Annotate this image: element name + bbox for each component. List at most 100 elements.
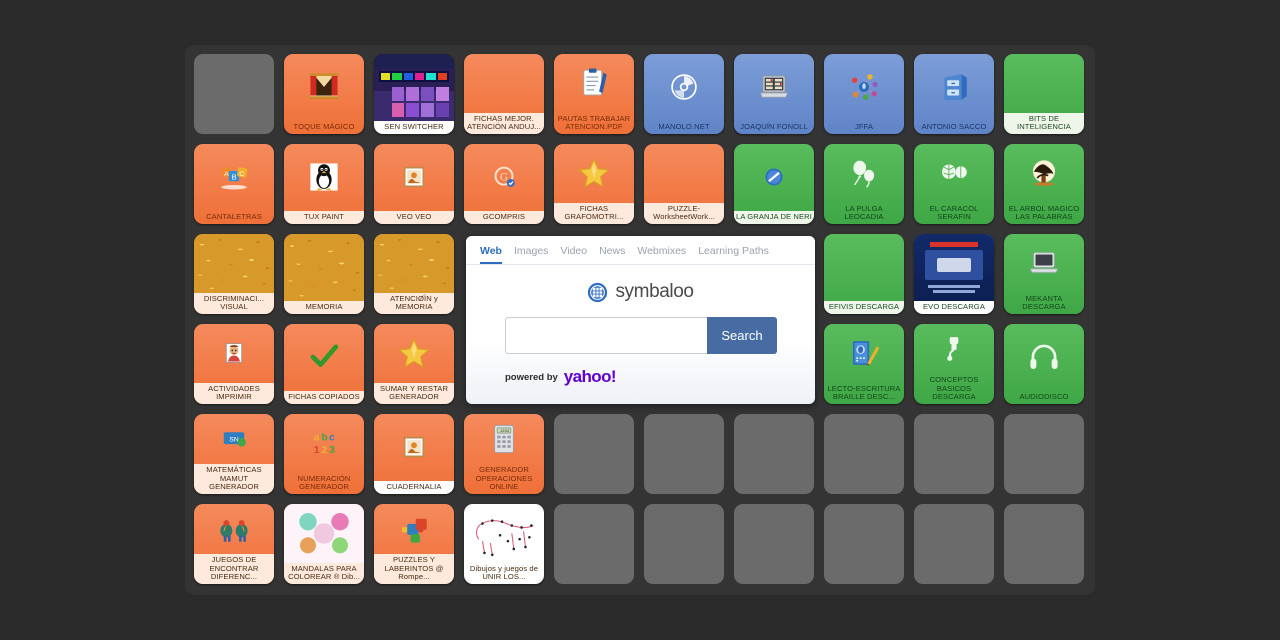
symbaloo-grid-icon (587, 282, 608, 303)
webmix-tile[interactable]: TOQUE MÁGICO (284, 54, 364, 134)
tile-label: PUZZLE-WorksheetWork... (644, 202, 724, 224)
tile-label: LECTO-ESCRITURA BRAILLE DESC... (827, 383, 901, 401)
webmix-tile[interactable]: ACTIVIDADES IMPRIMIR (194, 324, 274, 404)
webmix-tile[interactable]: MEKANTA DESCARGA (1004, 234, 1084, 314)
search-tab-web[interactable]: Web (480, 245, 502, 264)
symbaloo-page: TOQUE MÁGICO SEN SWITCHER FICHAS MEJOR. AT… (0, 0, 1280, 640)
webmix-tile[interactable]: AUDIODISCO (1004, 324, 1084, 404)
empty-tile (914, 414, 994, 494)
webmix-tile[interactable]: MANDALAS PARA COLOREAR ® Dib... (284, 504, 364, 584)
tile-label: TUX PAINT (284, 210, 364, 224)
svg-text:b: b (321, 433, 327, 444)
gold-star-icon (374, 324, 454, 383)
jigsaw-pieces-icon (374, 504, 454, 554)
laptop-icon (1004, 234, 1084, 293)
webmix-tile[interactable]: JOAQUÍN FONOLL (734, 54, 814, 134)
webmix-tile[interactable]: EL CARACOL SERAFIN (914, 144, 994, 224)
search-button[interactable]: Search (707, 317, 777, 354)
empty-tile (824, 504, 904, 584)
abc123-icon: abc123 (284, 414, 364, 473)
webmix-tile[interactable]: EVO DESCARGA (914, 234, 994, 314)
headphones-icon (1004, 324, 1084, 391)
webmix-tile[interactable]: SN MATEMÁTICAS MAMUT GENERADOR (194, 414, 274, 494)
webmix-tile[interactable]: CUADERNALIA (374, 414, 454, 494)
empty-tile (554, 414, 634, 494)
tile-label: BITS DE INTELIGENCIA (1004, 112, 1084, 134)
webmix-tile[interactable]: EFIVIS DESCARGA (824, 234, 904, 314)
webmix-tile[interactable]: PAUTAS TRABAJAR ATENCION.PDF (554, 54, 634, 134)
webmix-tile[interactable]: FICHAS GRAFOMOTRI... (554, 144, 634, 224)
tile-label: GENERADOR OPERACIONES ONLINE (475, 465, 533, 491)
tile-label: CANTALETRAS (206, 211, 262, 221)
tile-label: AUDIODISCO (1019, 391, 1069, 401)
blue-badge-icon (734, 144, 814, 211)
tile-label: MEKANTA DESCARGA (1022, 293, 1066, 311)
svg-text:G: G (500, 172, 508, 184)
tile-label: MEMORIA (284, 300, 364, 314)
tile-label: SEN SWITCHER (374, 120, 454, 134)
webmix-tile[interactable]: Dibujos y juegos de UNIR LOS... (464, 504, 544, 584)
webmix-tile[interactable]: G GCOMPRIS (464, 144, 544, 224)
search-tab-images[interactable]: Images (514, 245, 548, 264)
webmix-tile[interactable]: A B C CANTALETRAS (194, 144, 274, 224)
braille-book-pencil-icon (824, 324, 904, 383)
webmix-tile[interactable]: PUZZLES Y LABERINTOS @ Rompe... (374, 504, 454, 584)
webmix-tile[interactable]: MANOLO.NET (644, 54, 724, 134)
webmix-tile[interactable]: LA GRANJA DE NERI (734, 144, 814, 224)
tile-label: ATENCIØÌN y MEMORIA (374, 292, 454, 314)
webmix-tile[interactable]: PUZZLE-WorksheetWork... (644, 144, 724, 224)
webmix-tile[interactable]: ATENCIØÌN y MEMORIA (374, 234, 454, 314)
file-cabinet-icon (914, 54, 994, 121)
svg-text:c: c (329, 433, 335, 444)
webmix-tile[interactable]: JUEGOS DE ENCONTRAR DIFERENC... (194, 504, 274, 584)
evo-book-cover (914, 234, 994, 301)
webmix-tile[interactable]: JFFA (824, 54, 904, 134)
tile-label: ANTONIO SACCO (921, 121, 987, 131)
webmix-tile[interactable]: a b c 1 2 3 NUMERACIÓN GENERADOR (284, 414, 364, 494)
search-form: Search (505, 317, 777, 354)
tux-penguin-icon (284, 144, 364, 211)
white-leaves-icon (914, 144, 994, 203)
svg-text:B: B (231, 173, 236, 182)
tile-label: JOAQUÍN FONOLL (740, 121, 808, 131)
webmix-tile[interactable]: SEN SWITCHER (374, 54, 454, 134)
webmix-tile[interactable]: TUX PAINT (284, 144, 364, 224)
webmix-tile[interactable]: FICHAS MEJOR. ATENCIÓN ANDUJ... (464, 54, 544, 134)
powered-by-label: powered by (505, 371, 558, 383)
webmix-tile[interactable]: 1234 GENERADOR OPERACIONES ONLINE (464, 414, 544, 494)
svg-text:1: 1 (314, 446, 320, 457)
symbaloo-search-widget: Web Images Video News Webmixes Learning Paths (466, 236, 815, 404)
webmix-tile[interactable]: MEMORIA (284, 234, 364, 314)
webmix-tile[interactable]: LECTO-ESCRITURA BRAILLE DESC... (824, 324, 904, 404)
webmix-tile[interactable]: VEO VEO (374, 144, 454, 224)
search-tab-learning-paths[interactable]: Learning Paths (698, 245, 769, 264)
search-tab-video[interactable]: Video (560, 245, 587, 264)
elephants-icon (194, 504, 274, 554)
pasta-photo (374, 234, 454, 293)
empty-tile (194, 54, 274, 134)
empty-tile (734, 504, 814, 584)
sen-switcher-screenshot (374, 54, 454, 121)
tile-label: EL CARACOL SERAFIN (929, 203, 979, 221)
webmix-tile[interactable]: DISCRIMINACI... VISUAL (194, 234, 274, 314)
webmix-tile[interactable]: ANTONIO SACCO (914, 54, 994, 134)
empty-tile (1004, 414, 1084, 494)
webmix-tile[interactable]: EL ARBOL MAGICO LAS PALABRAS (1004, 144, 1084, 224)
svg-text:1234: 1234 (500, 430, 510, 434)
symbaloo-wordmark: symbaloo (615, 281, 694, 302)
search-tab-webmixes[interactable]: Webmixes (637, 245, 686, 264)
tile-label: SUMAR Y RESTAR GENERADOR (374, 382, 454, 404)
webmix-tile[interactable]: BITS DE INTELIGENCIA (1004, 54, 1084, 134)
search-tab-news[interactable]: News (599, 245, 625, 264)
svg-text:C: C (239, 172, 244, 179)
webmix-tile[interactable]: SUMAR Y RESTAR GENERADOR (374, 324, 454, 404)
tile-label: EFIVIS DESCARGA (824, 300, 904, 314)
tile-label: EVO DESCARGA (914, 300, 994, 314)
webmix-tile[interactable]: LA PULGA LEOCADIA (824, 144, 904, 224)
tile-label: LA GRANJA DE NERI (734, 210, 814, 224)
tile-label: ACTIVIDADES IMPRIMIR (194, 382, 274, 404)
webmix-tile[interactable]: FICHAS COPIADOS (284, 324, 364, 404)
search-input[interactable] (505, 317, 707, 354)
empty-tile (644, 414, 724, 494)
webmix-tile[interactable]: CONCEPTOS BASICOS DESCARGA (914, 324, 994, 404)
